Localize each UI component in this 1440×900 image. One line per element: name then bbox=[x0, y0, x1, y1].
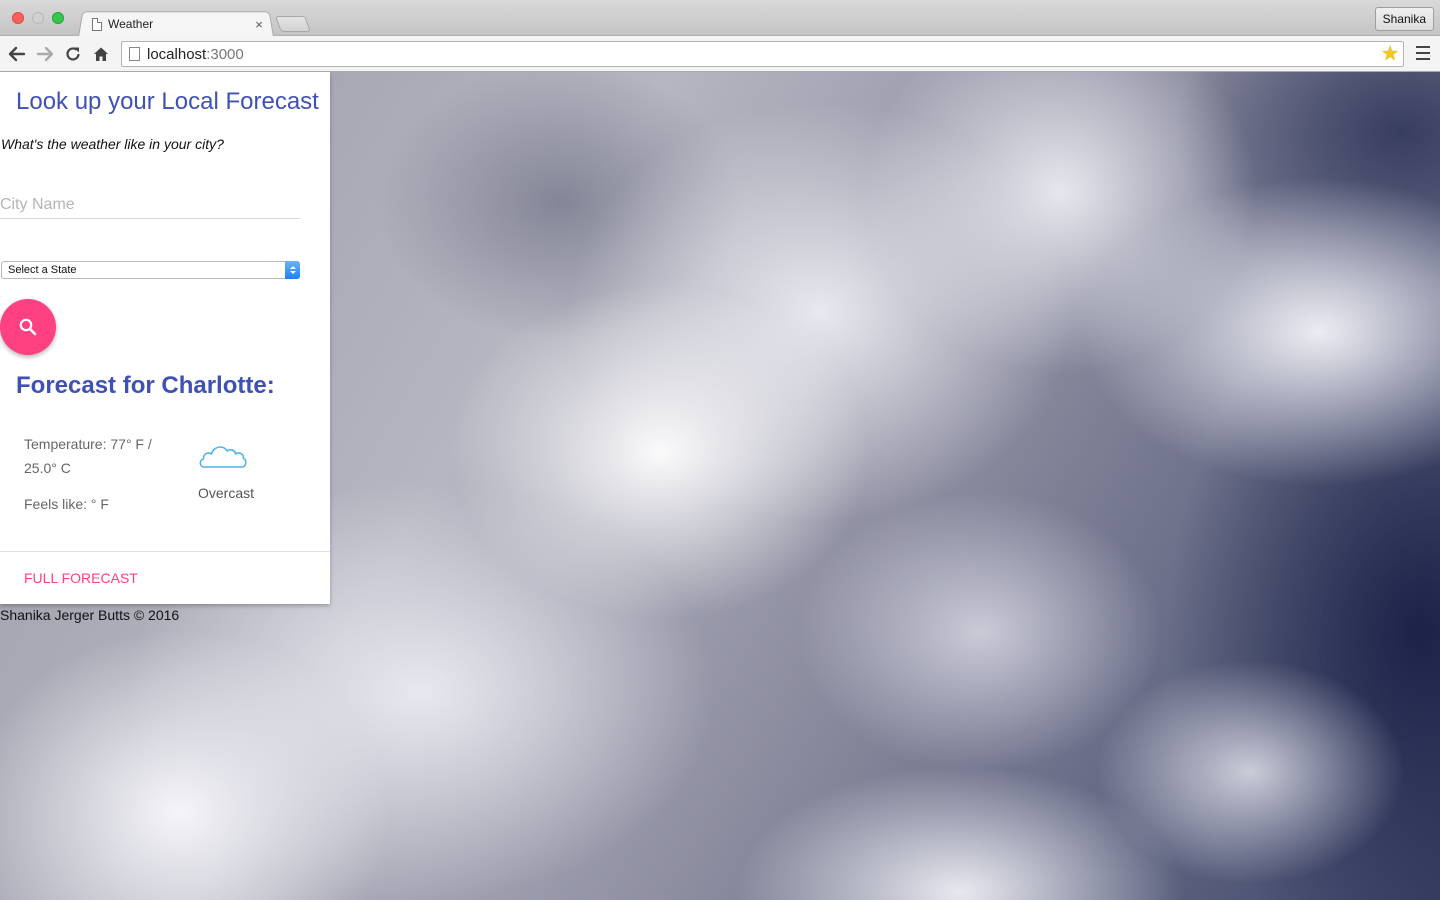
full-forecast-link[interactable]: Full Forecast bbox=[24, 570, 138, 586]
home-button[interactable] bbox=[90, 43, 112, 65]
city-name-input[interactable] bbox=[0, 192, 300, 219]
new-tab-button[interactable] bbox=[275, 16, 311, 32]
home-icon bbox=[94, 47, 108, 61]
state-select[interactable]: Select a State bbox=[1, 261, 300, 279]
condition-text: Overcast bbox=[198, 485, 255, 501]
back-button[interactable] bbox=[6, 43, 28, 65]
browser-titlebar: Weather × Shanika bbox=[0, 0, 1440, 38]
tab-title: Weather bbox=[108, 17, 154, 31]
card-divider bbox=[0, 551, 330, 552]
state-select-value: Select a State bbox=[8, 264, 77, 276]
forward-arrow-icon bbox=[36, 46, 54, 62]
bookmark-star-icon[interactable]: ★ bbox=[1381, 43, 1399, 65]
search-section: Look up your Local Forecast What's the w… bbox=[0, 72, 330, 355]
page-viewport: Look up your Local Forecast What's the w… bbox=[0, 72, 1440, 900]
reload-button[interactable] bbox=[62, 43, 84, 65]
select-arrows-icon bbox=[285, 261, 300, 279]
window-close-button[interactable] bbox=[12, 12, 24, 24]
url-host: localhost bbox=[147, 46, 207, 63]
feels-like-text: Feels like: ° F bbox=[24, 496, 109, 512]
tab-close-icon[interactable]: × bbox=[252, 17, 266, 32]
forward-button[interactable] bbox=[34, 43, 56, 65]
forecast-card: Look up your Local Forecast What's the w… bbox=[0, 72, 330, 604]
back-arrow-icon bbox=[8, 46, 26, 62]
page-title: Look up your Local Forecast bbox=[16, 88, 319, 115]
profile-button[interactable]: Shanika bbox=[1374, 7, 1434, 31]
window-minimize-button[interactable] bbox=[32, 12, 44, 24]
page-icon bbox=[129, 47, 140, 61]
url-port: :3000 bbox=[206, 46, 244, 63]
browser-toolbar: localhost:3000 ★ bbox=[0, 36, 1440, 72]
cloud-icon bbox=[199, 446, 247, 468]
forecast-title: Forecast for Charlotte: bbox=[16, 372, 275, 399]
footer-text: Shanika Jerger Butts © 2016 bbox=[0, 607, 180, 623]
search-button[interactable] bbox=[0, 299, 56, 355]
window-maximize-button[interactable] bbox=[52, 12, 64, 24]
temperature-text: Temperature: 77° F / 25.0° C bbox=[24, 436, 152, 476]
page-subtitle: What's the weather like in your city? bbox=[1, 136, 224, 152]
url-text[interactable]: localhost:3000 bbox=[147, 46, 244, 63]
reload-icon bbox=[66, 47, 80, 61]
browser-menu-icon[interactable] bbox=[1416, 46, 1430, 60]
search-icon bbox=[19, 318, 37, 336]
browser-tab-content[interactable]: Weather × bbox=[90, 14, 270, 34]
address-bar[interactable]: localhost:3000 ★ bbox=[121, 41, 1404, 67]
page-icon bbox=[92, 17, 102, 31]
